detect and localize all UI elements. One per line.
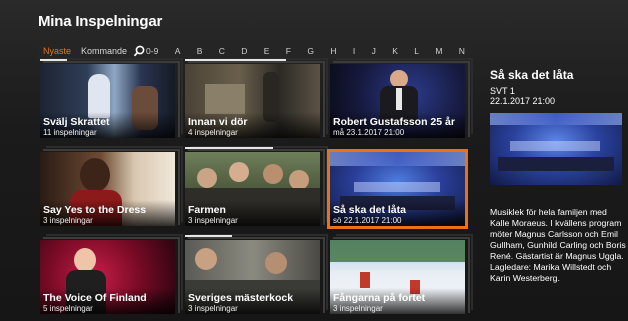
tile-title: Robert Gustafsson 25 år bbox=[333, 116, 455, 128]
tile-title: Så ska det låta bbox=[333, 204, 406, 216]
recording-tile[interactable]: Fångarna på fortet 3 inspelningar bbox=[330, 234, 473, 314]
recording-tile-selected[interactable]: Så ska det låta sö 22.1.2017 21:00 bbox=[327, 149, 468, 229]
tile-title: Say Yes to the Dress bbox=[43, 204, 147, 216]
tile-subtitle: 3 inspelningar bbox=[333, 304, 383, 313]
letter-f[interactable]: F bbox=[286, 46, 291, 56]
tile-title: The Voice Of Finland bbox=[43, 292, 147, 304]
letter-c[interactable]: C bbox=[219, 46, 225, 56]
detail-thumbnail bbox=[490, 113, 622, 185]
tile-subtitle: 3 inspelningar bbox=[188, 304, 238, 313]
progress-bar bbox=[185, 59, 287, 61]
letter-a[interactable]: A bbox=[175, 46, 181, 56]
letter-i[interactable]: I bbox=[353, 46, 355, 56]
tile-subtitle: sö 22.1.2017 21:00 bbox=[333, 216, 402, 225]
recording-tile[interactable]: Robert Gustafsson 25 år må 23.1.2017 21:… bbox=[330, 58, 473, 138]
tile-title: Svälj Skrattet bbox=[43, 116, 110, 128]
letter-e[interactable]: E bbox=[264, 46, 270, 56]
recording-tile[interactable]: Say Yes to the Dress 3 inspelningar bbox=[40, 146, 183, 226]
alphabet-filter: 0-9 A B C D E F G H I J K L M N bbox=[146, 46, 471, 56]
letter-n[interactable]: N bbox=[459, 46, 465, 56]
tile-subtitle: 3 inspelningar bbox=[188, 216, 238, 225]
letter-b[interactable]: B bbox=[197, 46, 203, 56]
tile-subtitle: 3 inspelningar bbox=[43, 216, 93, 225]
tile-title: Fångarna på fortet bbox=[333, 292, 426, 304]
detail-description: Musiklek för hela familjen med Kalle Mor… bbox=[490, 207, 626, 283]
progress-bar bbox=[185, 147, 273, 149]
letter-d[interactable]: D bbox=[241, 46, 247, 56]
letter-k[interactable]: K bbox=[392, 46, 398, 56]
detail-panel: Så ska det låta SVT 1 22.1.2017 21:00 Mu… bbox=[490, 68, 628, 284]
tab-nyaste[interactable]: Nyaste bbox=[38, 46, 76, 56]
recording-tile[interactable]: Farmen 3 inspelningar bbox=[185, 146, 328, 226]
tile-subtitle: må 23.1.2017 21:00 bbox=[333, 128, 405, 137]
page-title: Mina Inspelningar bbox=[38, 13, 163, 30]
detail-date: 22.1.2017 21:00 bbox=[490, 96, 556, 106]
search-icon[interactable] bbox=[132, 44, 146, 58]
letter-h[interactable]: H bbox=[330, 46, 336, 56]
letter-j[interactable]: J bbox=[372, 46, 376, 56]
recording-tile[interactable]: Sveriges mästerkock 3 inspelningar bbox=[185, 234, 328, 314]
recording-tile[interactable]: Innan vi dör 4 inspelningar bbox=[185, 58, 328, 138]
tile-subtitle: 5 inspelningar bbox=[43, 304, 93, 313]
tile-title: Innan vi dör bbox=[188, 116, 248, 128]
detail-channel: SVT 1 bbox=[490, 86, 515, 96]
filter-bar: Nyaste Kommande 0-9 A B C D E F G H I J … bbox=[38, 43, 471, 59]
tile-subtitle: 11 inspelningar bbox=[43, 128, 97, 137]
letter-g[interactable]: G bbox=[307, 46, 314, 56]
tile-title: Sveriges mästerkock bbox=[188, 292, 294, 304]
letter-m[interactable]: M bbox=[435, 46, 442, 56]
tile-subtitle: 4 inspelningar bbox=[188, 128, 238, 137]
tile-title: Farmen bbox=[188, 204, 226, 216]
recording-tile[interactable]: Svälj Skrattet 11 inspelningar bbox=[40, 58, 183, 138]
letter-0-9[interactable]: 0-9 bbox=[146, 46, 158, 56]
letter-l[interactable]: L bbox=[414, 46, 419, 56]
progress-bar bbox=[40, 59, 67, 61]
recording-tile[interactable]: The Voice Of Finland 5 inspelningar bbox=[40, 234, 183, 314]
progress-bar bbox=[185, 235, 233, 237]
tab-kommande[interactable]: Kommande bbox=[76, 46, 132, 56]
detail-title: Så ska det låta bbox=[490, 68, 574, 82]
